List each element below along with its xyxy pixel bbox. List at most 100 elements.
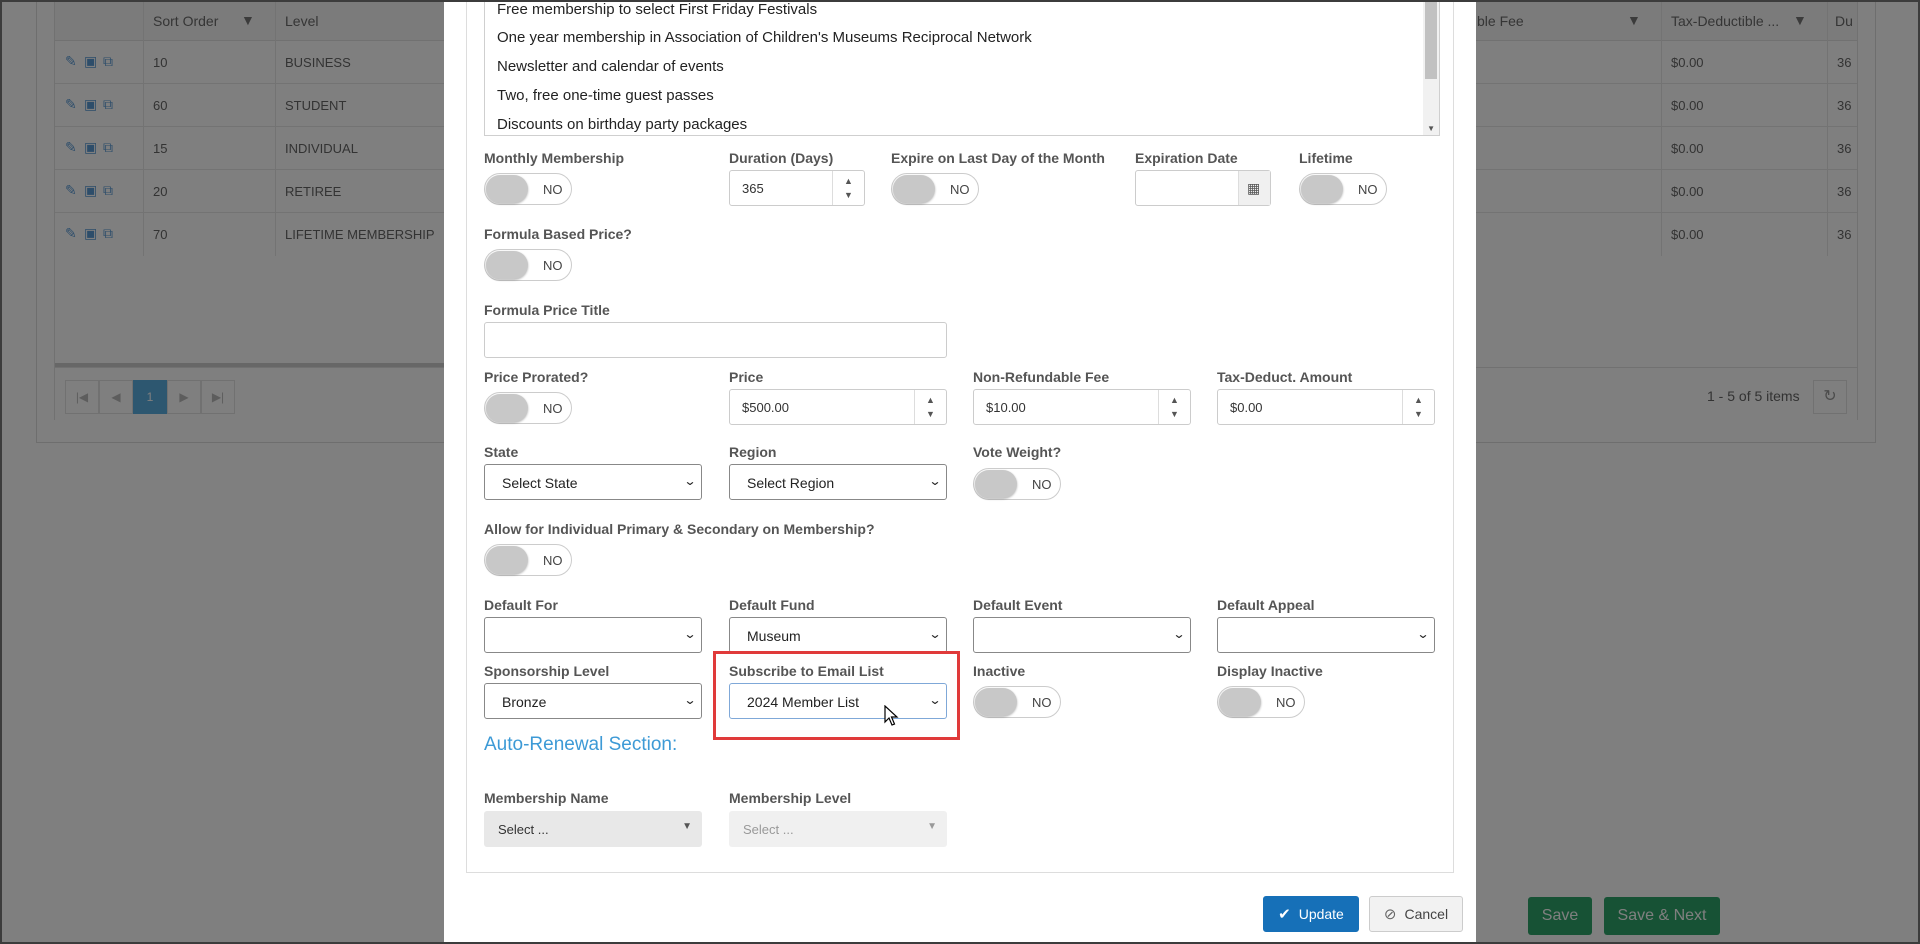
non-refundable-fee-label: Non-Refundable Fee — [973, 369, 1110, 385]
spin-down-icon[interactable]: ▼ — [844, 190, 853, 200]
duration-input[interactable]: 365 ▲ ▼ — [729, 170, 865, 206]
membership-name-label: Membership Name — [484, 790, 609, 806]
fee-spinner[interactable]: ▲ ▼ — [1158, 390, 1190, 424]
membership-level-select[interactable]: Select ... ▼ — [729, 811, 947, 847]
lifetime-toggle[interactable]: NO — [1299, 173, 1387, 205]
sponsorship-level-value: Bronze — [502, 694, 547, 710]
update-label: Update — [1298, 906, 1344, 922]
spin-up-icon[interactable]: ▲ — [1414, 395, 1423, 405]
tax-deduct-amount-input[interactable]: $0.00 ▲ ▼ — [1217, 389, 1435, 425]
membership-name-select[interactable]: Select ... ▼ — [484, 811, 702, 847]
spin-down-icon[interactable]: ▼ — [926, 409, 935, 419]
default-appeal-select[interactable]: ⌄ — [1217, 617, 1435, 653]
list-item[interactable]: Newsletter and calendar of events — [497, 58, 724, 75]
lifetime-label: Lifetime — [1299, 150, 1353, 166]
cancel-label: Cancel — [1404, 906, 1449, 922]
auto-renewal-section-title: Auto-Renewal Section: — [484, 734, 678, 755]
toggle-state: NO — [543, 258, 563, 273]
list-item[interactable]: One year membership in Association of Ch… — [497, 29, 1032, 46]
tax-deduct-amount-value: $0.00 — [1230, 400, 1263, 415]
expiration-date-label: Expiration Date — [1135, 150, 1238, 166]
monthly-membership-label: Monthly Membership — [484, 150, 625, 166]
default-for-select[interactable]: ⌄ — [484, 617, 702, 653]
spin-up-icon[interactable]: ▲ — [1170, 395, 1179, 405]
non-refundable-fee-value: $10.00 — [986, 400, 1026, 415]
list-item[interactable]: Free membership to select First Friday F… — [497, 1, 817, 18]
toggle-state: NO — [1032, 695, 1052, 710]
price-input[interactable]: $500.00 ▲ ▼ — [729, 389, 947, 425]
price-prorated-toggle[interactable]: NO — [484, 392, 572, 424]
toggle-state: NO — [1032, 477, 1052, 492]
default-event-select[interactable]: ⌄ — [973, 617, 1191, 653]
default-fund-value: Museum — [747, 628, 801, 644]
region-select[interactable]: Select Region ⌄ — [729, 464, 947, 500]
listbox-scrollbar[interactable]: ▼ — [1423, 1, 1439, 135]
vote-weight-toggle[interactable]: NO — [973, 468, 1061, 500]
default-fund-select[interactable]: Museum ⌄ — [729, 617, 947, 653]
chevron-down-icon: ⌄ — [683, 474, 697, 488]
toggle-state: NO — [543, 401, 563, 416]
calendar-icon[interactable]: ▦ — [1238, 171, 1270, 205]
caret-down-icon: ▼ — [927, 821, 937, 832]
state-select[interactable]: Select State ⌄ — [484, 464, 702, 500]
expiration-date-input[interactable]: ▦ — [1135, 170, 1271, 206]
inactive-label: Inactive — [973, 663, 1026, 679]
allow-primary-secondary-label: Allow for Individual Primary & Secondary… — [484, 521, 875, 537]
formula-based-price-toggle[interactable]: NO — [484, 249, 572, 281]
chevron-down-icon: ⌄ — [1416, 627, 1430, 641]
toggle-state: NO — [543, 553, 563, 568]
price-value: $500.00 — [742, 400, 789, 415]
list-item[interactable]: Two, free one-time guest passes — [497, 87, 714, 104]
vote-weight-label: Vote Weight? — [973, 444, 1062, 460]
state-value: Select State — [502, 475, 578, 491]
formula-price-title-input[interactable] — [484, 322, 947, 358]
display-inactive-label: Display Inactive — [1217, 663, 1323, 679]
spin-up-icon[interactable]: ▲ — [844, 176, 853, 186]
formula-based-price-label: Formula Based Price? — [484, 226, 632, 242]
default-appeal-label: Default Appeal — [1217, 597, 1315, 613]
region-label: Region — [729, 444, 777, 460]
cancel-button[interactable]: ⊘ Cancel — [1369, 896, 1463, 932]
monthly-membership-toggle[interactable]: NO — [484, 173, 572, 205]
sponsorship-level-select[interactable]: Bronze ⌄ — [484, 683, 702, 719]
price-label: Price — [729, 369, 764, 385]
region-value: Select Region — [747, 475, 835, 491]
display-inactive-toggle[interactable]: NO — [1217, 686, 1305, 718]
chevron-down-icon: ⌄ — [928, 627, 942, 641]
default-event-label: Default Event — [973, 597, 1063, 613]
list-item[interactable]: Discounts on birthday party packages — [497, 116, 747, 133]
scrollbar-thumb[interactable] — [1425, 1, 1437, 79]
spin-down-icon[interactable]: ▼ — [1414, 409, 1423, 419]
chevron-down-icon: ⌄ — [928, 474, 942, 488]
toggle-state: NO — [543, 182, 563, 197]
check-icon: ✔ — [1278, 906, 1291, 923]
inactive-toggle[interactable]: NO — [973, 686, 1061, 718]
chevron-down-icon: ⌄ — [683, 693, 697, 707]
update-button[interactable]: ✔ Update — [1263, 896, 1359, 932]
spin-up-icon[interactable]: ▲ — [926, 395, 935, 405]
highlight-box — [713, 651, 960, 740]
caret-down-icon: ▼ — [682, 821, 692, 832]
formula-price-title-label: Formula Price Title — [484, 302, 610, 318]
price-spinner[interactable]: ▲ ▼ — [914, 390, 946, 424]
scroll-down-icon[interactable]: ▼ — [1427, 124, 1435, 133]
tax-spinner[interactable]: ▲ ▼ — [1402, 390, 1434, 424]
default-fund-label: Default Fund — [729, 597, 815, 613]
duration-spinner[interactable]: ▲ ▼ — [832, 171, 864, 205]
mouse-cursor-icon — [884, 705, 899, 726]
membership-level-label: Membership Level — [729, 790, 852, 806]
toggle-state: NO — [1358, 182, 1378, 197]
sponsorship-level-label: Sponsorship Level — [484, 663, 610, 679]
state-label: State — [484, 444, 519, 460]
toggle-state: NO — [1276, 695, 1296, 710]
benefits-listbox[interactable]: Free membership to select First Friday F… — [484, 0, 1440, 136]
allow-primary-secondary-toggle[interactable]: NO — [484, 544, 572, 576]
membership-level-value: Select ... — [743, 822, 794, 837]
membership-name-value: Select ... — [498, 822, 549, 837]
toggle-state: NO — [950, 182, 970, 197]
expire-last-day-toggle[interactable]: NO — [891, 173, 979, 205]
non-refundable-fee-input[interactable]: $10.00 ▲ ▼ — [973, 389, 1191, 425]
duration-label: Duration (Days) — [729, 150, 834, 166]
spin-down-icon[interactable]: ▼ — [1170, 409, 1179, 419]
tax-deduct-amount-label: Tax-Deduct. Amount — [1217, 369, 1353, 385]
